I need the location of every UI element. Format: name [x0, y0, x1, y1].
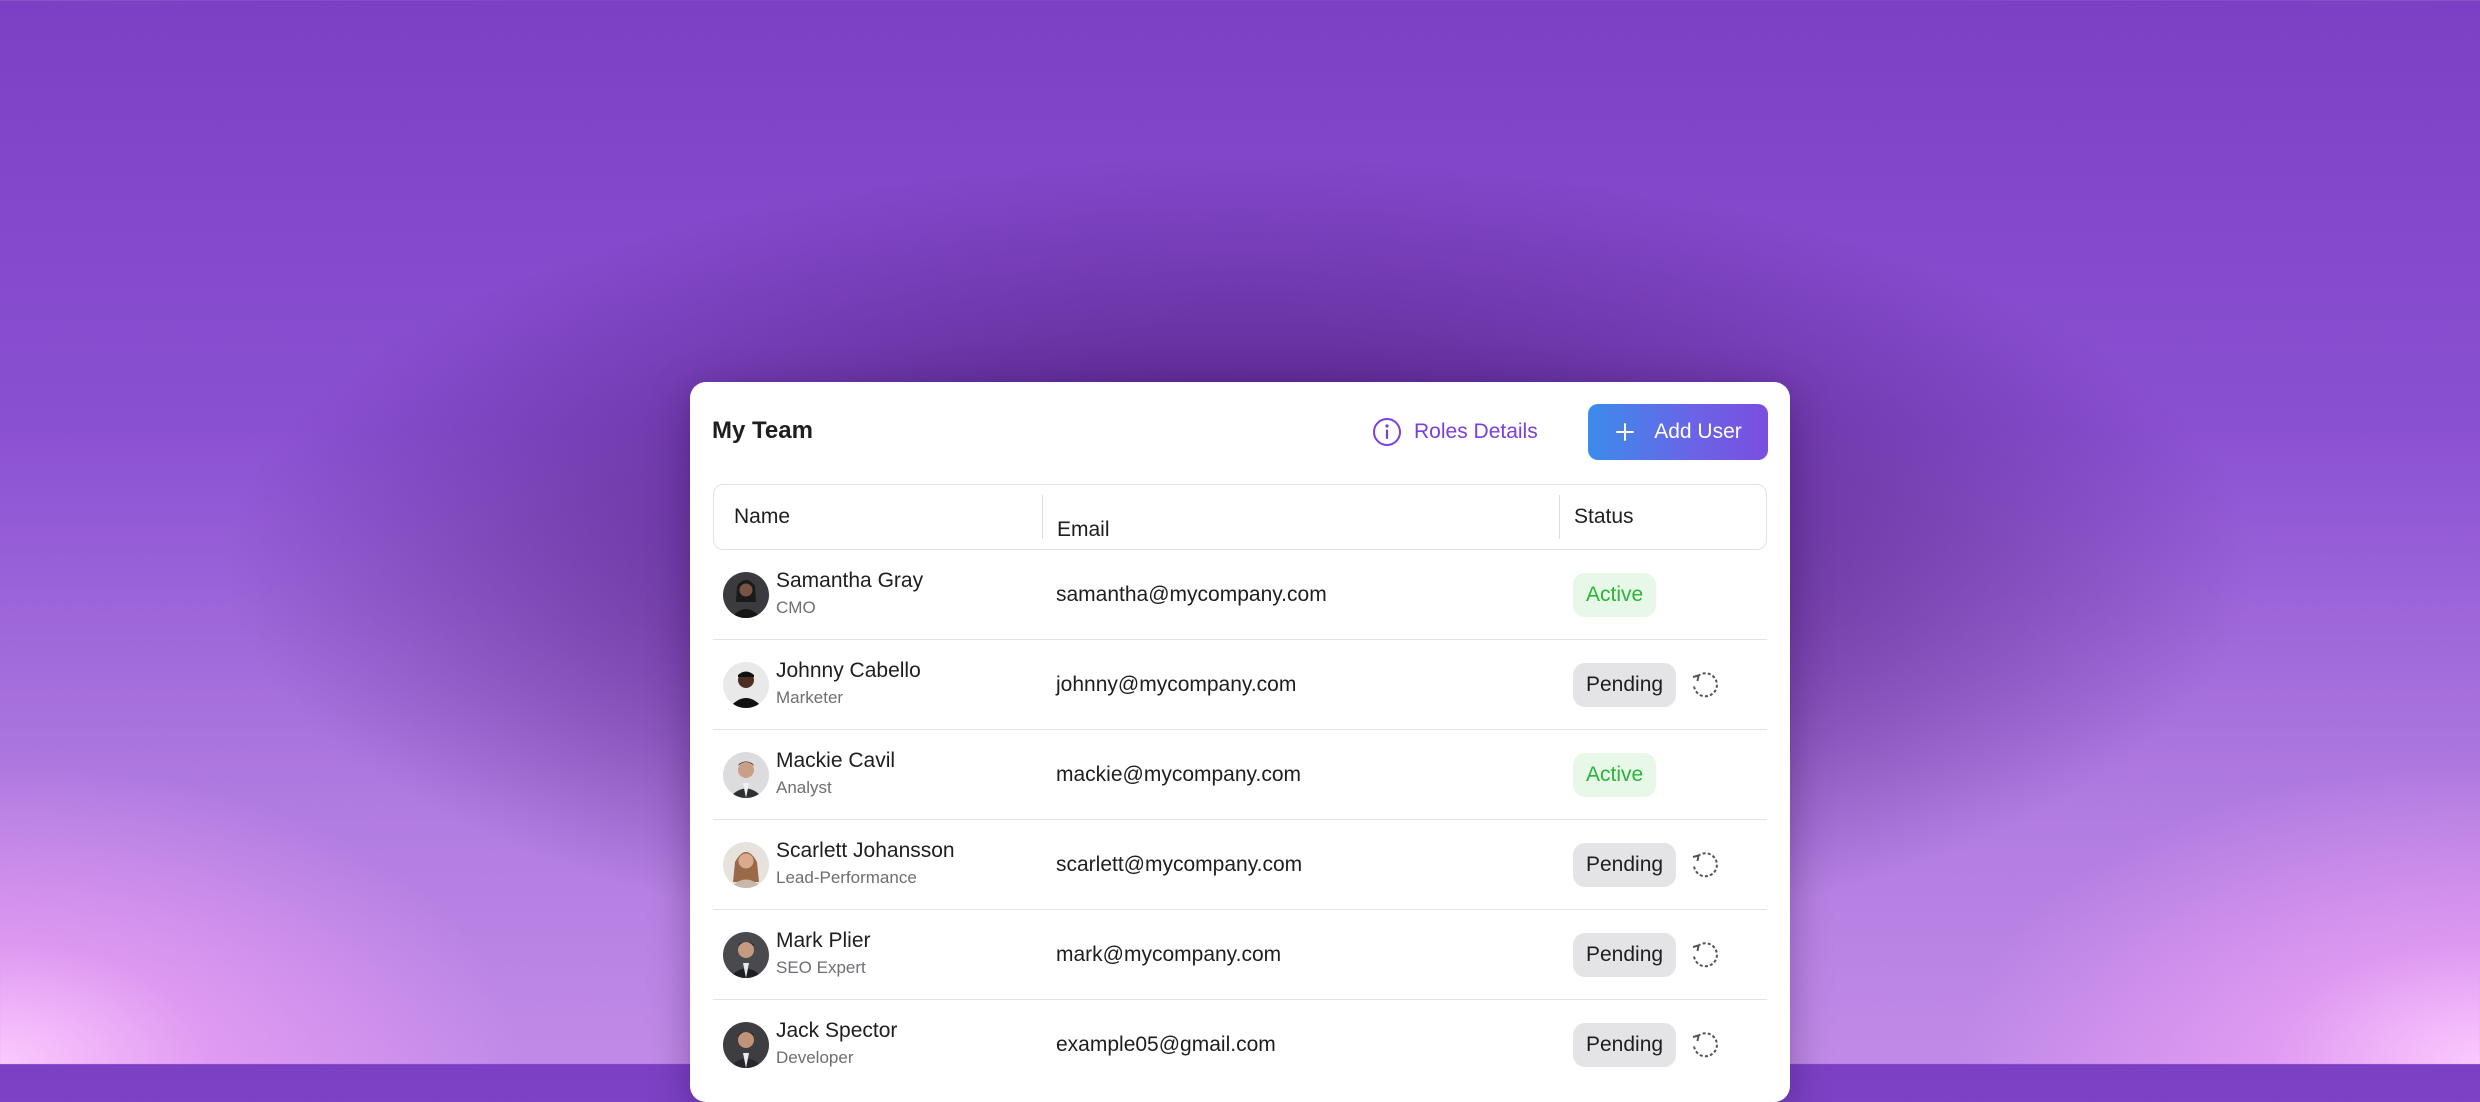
- member-role: Developer: [776, 1048, 854, 1067]
- member-email: mackie@mycompany.com: [1056, 763, 1301, 786]
- member-role: Marketer: [776, 688, 844, 707]
- avatar: [723, 752, 769, 798]
- refresh-icon[interactable]: [1689, 939, 1721, 971]
- table-row: Scarlett Johansson Lead-Performance scar…: [713, 820, 1767, 910]
- avatar: [723, 932, 769, 978]
- status-badge: Pending: [1573, 933, 1677, 977]
- member-email: example05@gmail.com: [1056, 1033, 1276, 1056]
- refresh-icon[interactable]: [1689, 1029, 1721, 1061]
- member-name: Mark Plier: [776, 929, 871, 952]
- status-badge: Pending: [1573, 663, 1677, 707]
- member-name: Jack Spector: [776, 1019, 898, 1042]
- status-badge: Active: [1573, 573, 1657, 617]
- status-badge: Pending: [1573, 843, 1677, 887]
- member-email: scarlett@mycompany.com: [1056, 853, 1303, 876]
- team-table-body: Samantha Gray CMO samantha@mycompany.com…: [713, 550, 1767, 1090]
- avatar: [723, 842, 769, 888]
- member-role: CMO: [776, 598, 816, 617]
- column-divider: [1559, 495, 1560, 539]
- member-name: Mackie Cavil: [776, 749, 896, 772]
- member-name: Scarlett Johansson: [776, 839, 955, 862]
- add-user-button[interactable]: Add User: [1588, 404, 1768, 460]
- member-role: Analyst: [776, 778, 832, 797]
- member-role: Lead-Performance: [776, 868, 917, 887]
- member-email: samantha@mycompany.com: [1056, 583, 1327, 606]
- column-header-name[interactable]: Name: [734, 485, 790, 549]
- refresh-icon[interactable]: [1689, 669, 1721, 701]
- roles-details-button[interactable]: Roles Details: [1372, 412, 1538, 452]
- table-header: Name Email Status: [713, 484, 1767, 550]
- avatar: [723, 572, 769, 618]
- member-name: Johnny Cabello: [776, 659, 921, 682]
- column-header-status[interactable]: Status: [1574, 485, 1634, 549]
- table-row: Mark Plier SEO Expert mark@mycompany.com…: [713, 910, 1767, 1000]
- plus-icon: [1616, 423, 1635, 441]
- page-title: My Team: [712, 417, 813, 444]
- member-role: SEO Expert: [776, 958, 866, 977]
- refresh-icon[interactable]: [1689, 849, 1721, 881]
- team-card: My Team Roles Details Add User Name Emai…: [690, 382, 1790, 1102]
- add-user-label: Add User: [1654, 420, 1742, 443]
- status-badge: Active: [1573, 753, 1657, 797]
- member-name: Samantha Gray: [776, 569, 924, 592]
- roles-details-label: Roles Details: [1414, 420, 1538, 443]
- avatar: [723, 1022, 769, 1068]
- status-badge: Pending: [1573, 1023, 1677, 1067]
- info-icon: [1373, 418, 1401, 446]
- table-row: Samantha Gray CMO samantha@mycompany.com…: [713, 550, 1767, 640]
- member-email: mark@mycompany.com: [1056, 943, 1282, 966]
- avatar: [723, 662, 769, 708]
- table-row: Johnny Cabello Marketer johnny@mycompany…: [713, 640, 1767, 730]
- member-email: johnny@mycompany.com: [1056, 673, 1297, 696]
- table-row: Mackie Cavil Analyst mackie@mycompany.co…: [713, 730, 1767, 820]
- table-row: Jack Spector Developer example05@gmail.c…: [713, 1000, 1767, 1090]
- column-divider: [1042, 495, 1043, 539]
